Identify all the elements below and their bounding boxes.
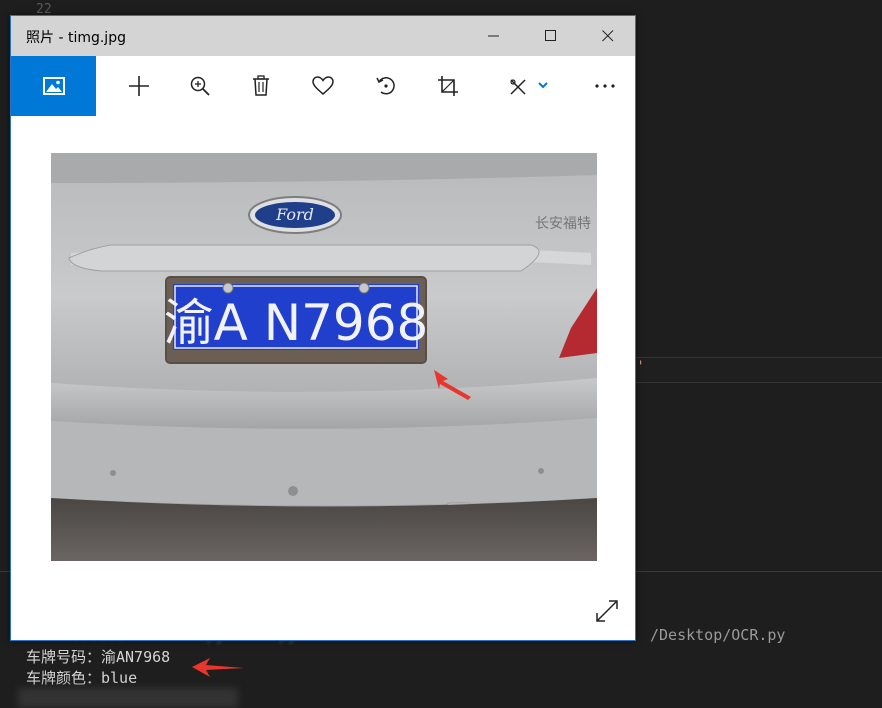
photos-home-icon xyxy=(42,77,65,95)
terminal-plate-number: 车牌号码：渝AN7968 xyxy=(26,648,171,666)
crop-button[interactable] xyxy=(420,56,476,116)
favorite-button[interactable] xyxy=(295,56,351,116)
more-icon xyxy=(595,84,615,88)
maximize-button[interactable] xyxy=(522,16,579,56)
close-icon xyxy=(601,30,613,42)
minimize-icon xyxy=(487,35,499,37)
annotation-arrow-icon xyxy=(192,658,244,677)
editor-highlight-line xyxy=(636,357,882,383)
svg-text:长安福特: 长安福特 xyxy=(535,216,591,232)
edit-draw-button[interactable] xyxy=(495,56,565,116)
more-button[interactable] xyxy=(577,56,633,116)
rotate-icon xyxy=(376,77,395,95)
expand-icon xyxy=(596,600,618,622)
plate-text: 渝A N7968 xyxy=(164,294,429,352)
window-title: 照片 - timg.jpg xyxy=(26,30,126,46)
add-button[interactable] xyxy=(111,56,167,116)
photos-toolbar xyxy=(11,56,635,116)
maximize-icon xyxy=(544,30,556,41)
crop-icon xyxy=(438,76,458,96)
add-icon xyxy=(129,76,149,96)
brand-badge-text: Ford xyxy=(275,205,314,224)
close-button[interactable] xyxy=(579,16,636,56)
terminal-command-path: /Desktop/OCR.py xyxy=(650,626,786,644)
title-bar[interactable]: 照片 - timg.jpg xyxy=(11,16,635,56)
zoom-button[interactable] xyxy=(172,56,228,116)
rotate-button[interactable] xyxy=(358,56,414,116)
photos-home-button[interactable] xyxy=(11,56,96,116)
delete-button[interactable] xyxy=(233,56,289,116)
photos-app-window: 照片 - timg.jpg Ford 长安福特 渝A N7968 xyxy=(10,15,636,641)
chevron-down-icon xyxy=(538,82,548,89)
car-photo: Ford 长安福特 渝A N7968 xyxy=(51,153,597,561)
terminal-blurred-line xyxy=(18,688,238,708)
favorite-icon xyxy=(312,76,334,95)
edit-draw-icon xyxy=(510,79,548,95)
terminal-plate-color: 车牌颜色：blue xyxy=(26,669,138,687)
fullscreen-button[interactable] xyxy=(591,595,623,627)
minimize-button[interactable] xyxy=(465,16,522,56)
delete-icon xyxy=(253,75,269,96)
zoom-icon xyxy=(190,76,210,96)
